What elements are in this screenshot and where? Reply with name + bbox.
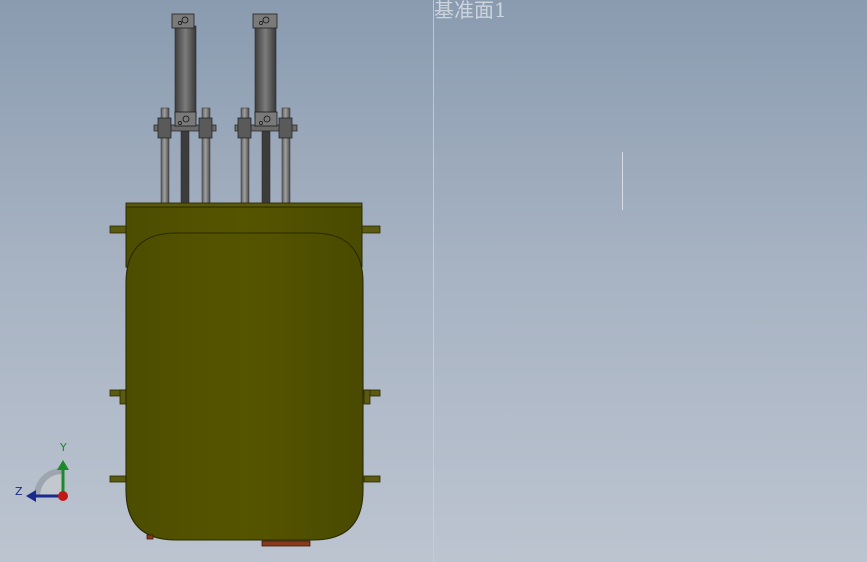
tank-foot — [261, 540, 311, 547]
y-axis-label: Y — [60, 441, 67, 454]
z-axis-label: Z — [15, 485, 23, 498]
lug-left-mid-tab — [119, 389, 127, 405]
triad-graphic — [26, 460, 69, 502]
graphics-viewport[interactable]: 基准面1 Y Z — [0, 0, 867, 562]
cylinder-barrel — [174, 25, 197, 119]
lug-right-top — [361, 225, 381, 234]
tank-shell — [125, 232, 364, 541]
cylinder-cap — [171, 13, 195, 29]
rod-end-block — [254, 111, 278, 127]
piston-rod — [261, 129, 271, 205]
actuator-right[interactable] — [234, 13, 298, 205]
tank-body[interactable] — [125, 202, 364, 547]
rod-end-block — [174, 111, 197, 127]
clamp-block — [278, 117, 293, 139]
cylinder-cap — [252, 13, 278, 29]
lug-right-mid-tab — [363, 389, 371, 405]
cylinder-barrel — [254, 25, 277, 119]
clamp-block — [157, 117, 172, 139]
lug-left-bottom — [109, 475, 127, 483]
piston-rod — [180, 129, 190, 205]
tank-foot — [146, 534, 154, 540]
cad-model[interactable] — [0, 0, 867, 562]
lug-left-top — [109, 225, 128, 234]
orientation-triad[interactable]: Y Z — [10, 440, 80, 510]
x-axis-icon — [58, 491, 68, 501]
lug-right-bottom — [363, 475, 381, 483]
clamp-block — [237, 117, 252, 139]
clamp-block — [198, 117, 213, 139]
actuator-left[interactable] — [153, 13, 217, 205]
